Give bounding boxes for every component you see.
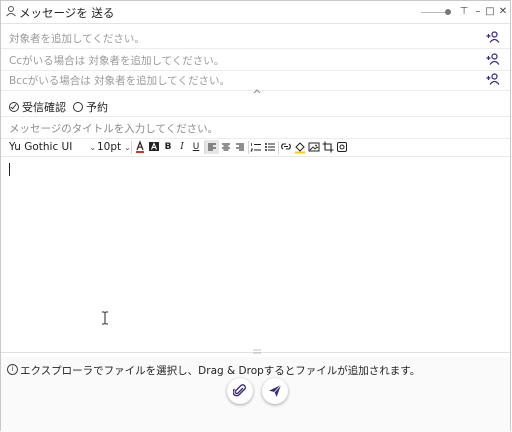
footer: i エクスプローラでファイルを選択し、Drag & Dropするとファイルが追加… [1,357,510,432]
cc-field[interactable]: Ccがいる場合は 対象者を追加してください。 [1,49,510,71]
font-size-select[interactable]: 10pt ⌄ [97,141,131,153]
circle-icon [73,102,83,112]
ibeam-cursor-icon [102,311,108,325]
image-icon[interactable] [307,140,321,154]
toolbar-divider [131,141,132,154]
drag-drop-hint: エクスプローラでファイルを選択し、Drag & Dropするとファイルが追加され… [20,365,421,377]
bcc-placeholder: Bccがいる場合は 対象者を追加してください。 [9,75,230,87]
align-left-icon[interactable] [205,140,219,154]
numbered-list-icon[interactable] [249,140,263,154]
send-button[interactable] [262,378,288,404]
grip-handle-icon[interactable] [253,349,261,354]
info-icon: i [7,364,18,375]
font-family-select[interactable]: Yu Gothic UI ⌄ [9,141,96,153]
to-field[interactable]: 対象者を追加してください。 [1,27,510,49]
text-caret [9,163,10,176]
window-title: メッセージを 送る [19,6,115,20]
close-button[interactable]: ✕ [496,4,510,20]
maximize-button[interactable]: □ [483,4,497,20]
collapse-caret-icon[interactable] [251,87,263,95]
screenshot-icon[interactable] [335,140,349,154]
link-icon[interactable] [279,140,293,154]
compose-window: メッセージを 送る ⊤ – □ ✕ 対象者を追加してください。 Ccがいる場合は… [0,0,511,432]
chevron-down-icon: ⌄ [89,143,97,152]
fill-color-icon[interactable] [293,140,307,154]
font-color-icon[interactable] [133,140,147,154]
font-size-value: 10pt [97,141,122,153]
attach-file-button[interactable] [227,378,253,404]
underline-icon[interactable]: U [189,140,203,154]
options-row: 受信確認 予約 [1,95,510,117]
pin-icon[interactable]: ⊤ [457,4,471,20]
receipt-checkbox[interactable]: 受信確認 [9,99,66,115]
to-placeholder: 対象者を追加してください。 [9,33,145,45]
schedule-checkbox[interactable]: 予約 [73,99,108,115]
align-right-icon[interactable] [233,140,247,154]
add-bcc-icon[interactable] [486,73,500,85]
highlight-text-icon[interactable] [147,140,161,154]
italic-icon[interactable]: I [175,140,189,154]
format-toolbar: Yu Gothic UI ⌄ 10pt ⌄ B I U [1,139,510,157]
receipt-label: 受信確認 [22,101,66,114]
opacity-slider-thumb[interactable] [445,9,451,15]
add-recipient-icon[interactable] [486,31,500,43]
send-icon [269,384,282,397]
app-icon [6,6,16,17]
bullet-list-icon[interactable] [263,140,277,154]
paperclip-icon [233,384,246,397]
message-body-editor[interactable] [1,157,510,352]
chevron-down-icon: ⌄ [124,143,131,152]
align-center-icon[interactable] [219,140,233,154]
crop-icon[interactable] [321,140,335,154]
subject-placeholder: メッセージのタイトルを入力してください。 [9,123,219,135]
cc-placeholder: Ccがいる場合は 対象者を追加してください。 [9,55,225,67]
bold-icon[interactable]: B [161,140,175,154]
add-cc-icon[interactable] [486,53,500,65]
schedule-label: 予約 [86,101,108,114]
check-circle-icon [9,102,19,112]
subject-field[interactable]: メッセージのタイトルを入力してください。 [1,117,510,139]
font-family-value: Yu Gothic UI [9,141,73,153]
title-bar: メッセージを 送る ⊤ – □ ✕ [1,1,510,24]
